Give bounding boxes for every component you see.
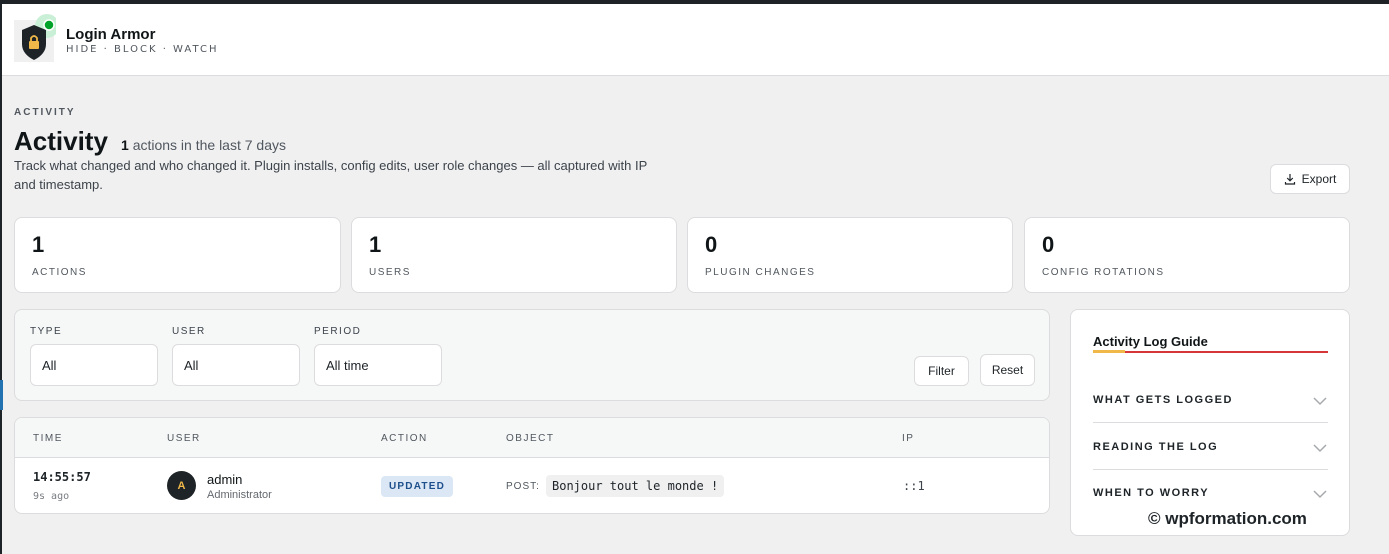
reset-button[interactable]: Reset (980, 354, 1035, 386)
stat-card-users: 1 USERS (351, 217, 677, 293)
column-header-time: TIME (33, 433, 63, 444)
column-header-action: ACTION (381, 433, 428, 444)
page-title: Activity (14, 126, 108, 156)
action-badge: UPDATED (381, 476, 453, 497)
actions-count-suffix: actions in the last 7 days (132, 137, 286, 153)
activity-table: TIME USER ACTION OBJECT IP 14:55:57 9s a… (14, 417, 1050, 514)
stat-label: USERS (369, 267, 411, 278)
filter-button[interactable]: Filter (914, 356, 969, 386)
guide-item-label: READING THE LOG (1093, 441, 1219, 453)
actions-summary: 1 actions in the last 7 days (121, 137, 286, 153)
stat-card-plugin-changes: 0 PLUGIN CHANGES (687, 217, 1013, 293)
watermark: © wpformation.com (1148, 509, 1307, 528)
stat-label: ACTIONS (32, 267, 87, 278)
column-header-ip: IP (902, 433, 915, 444)
page-description: Track what changed and who changed it. P… (14, 158, 648, 192)
stat-value: 0 (705, 232, 718, 257)
admin-sidebar-edge (0, 4, 2, 554)
column-header-object: OBJECT (506, 433, 555, 444)
filter-panel: TYPE All USER All PERIOD All time Filter… (14, 309, 1050, 401)
chevron-down-icon (1313, 490, 1327, 499)
user-filter-label: USER (172, 326, 206, 337)
row-time-ago: 9s ago (33, 491, 70, 502)
type-filter-label: TYPE (30, 326, 63, 337)
column-header-user: USER (167, 433, 201, 444)
guide-title: Activity Log Guide (1093, 334, 1208, 349)
export-label: Export (1301, 172, 1337, 186)
stat-value: 1 (32, 232, 45, 257)
download-icon (1284, 174, 1295, 185)
guide-item-label: WHEN TO WORRY (1093, 487, 1210, 499)
period-filter-label: PERIOD (314, 326, 362, 337)
guide-title-accent (1093, 350, 1125, 353)
stat-card-config-rotations: 0 CONFIG ROTATIONS (1024, 217, 1350, 293)
chevron-down-icon (1313, 444, 1327, 453)
stat-card-actions: 1 ACTIONS (14, 217, 341, 293)
activity-log-guide: Activity Log Guide WHAT GETS LOGGED READ… (1070, 309, 1350, 536)
plugin-header: Login Armor HIDE · BLOCK · WATCH (2, 4, 1389, 76)
stat-value: 1 (369, 232, 382, 257)
stat-label: CONFIG ROTATIONS (1042, 267, 1165, 278)
export-button[interactable]: Export (1270, 164, 1350, 194)
guide-item-label: WHAT GETS LOGGED (1093, 394, 1233, 406)
stat-value: 0 (1042, 232, 1055, 257)
table-row: 14:55:57 9s ago A admin Administrator UP… (15, 459, 1049, 513)
type-select[interactable]: All (30, 344, 158, 386)
guide-item-what-gets-logged[interactable]: WHAT GETS LOGGED (1093, 377, 1328, 423)
period-select[interactable]: All time (314, 344, 442, 386)
avatar: A (167, 471, 196, 500)
table-header: TIME USER ACTION OBJECT IP (15, 418, 1049, 458)
shield-lock-icon (14, 14, 56, 62)
sidebar-active-marker (0, 380, 3, 410)
user-select[interactable]: All (172, 344, 300, 386)
object-name: Bonjour tout le monde ! (546, 475, 725, 497)
actions-count: 1 (121, 137, 129, 153)
brand-name: Login Armor (66, 26, 156, 43)
row-ip: ::1 (903, 479, 925, 493)
chevron-down-icon (1313, 397, 1327, 406)
object-type: POST: (506, 481, 540, 492)
row-username: admin (207, 472, 243, 487)
brand-tagline: HIDE · BLOCK · WATCH (66, 44, 219, 55)
guide-item-reading-the-log[interactable]: READING THE LOG (1093, 424, 1328, 470)
guide-title-underline (1093, 351, 1328, 353)
section-eyebrow: ACTIVITY (14, 107, 76, 118)
row-user-role: Administrator (207, 489, 272, 501)
row-time: 14:55:57 (33, 470, 91, 484)
stat-label: PLUGIN CHANGES (705, 267, 816, 278)
